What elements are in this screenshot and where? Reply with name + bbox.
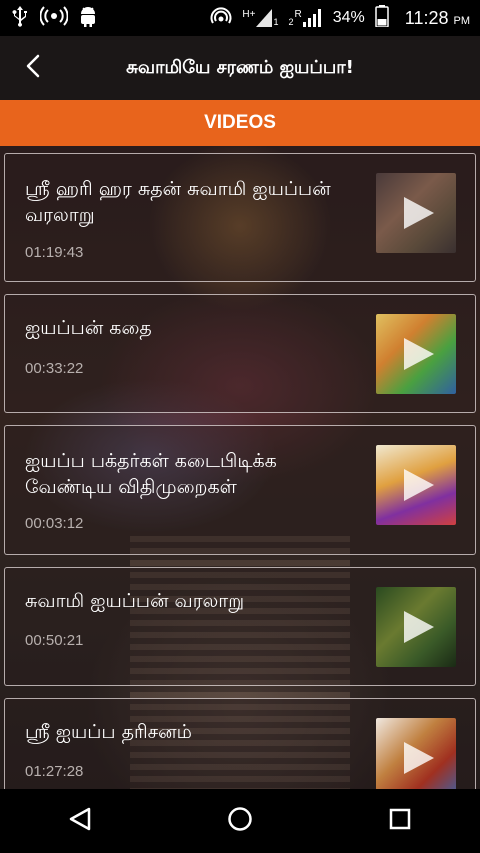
video-thumbnail[interactable] <box>376 445 456 525</box>
play-icon <box>400 740 436 780</box>
video-list[interactable]: ஸ்ரீ ஹரி ஹர சுதன் சுவாமி ஐயப்பன் வரலாறு … <box>0 146 480 789</box>
wireless-signal-icon <box>39 5 69 32</box>
network-type-label: H+ <box>242 9 256 20</box>
video-duration: 00:33:22 <box>25 360 84 377</box>
signal-sim2-icon: 2 R <box>288 9 322 27</box>
nav-back-button[interactable] <box>40 789 120 853</box>
clock-time: 11:28 <box>404 7 449 28</box>
nav-home-button[interactable] <box>200 789 280 853</box>
back-button[interactable] <box>0 36 66 100</box>
video-card[interactable]: சுவாமி ஐயப்பன் வரலாறு 00:50:21 <box>4 567 476 686</box>
clock: 11:28 PM <box>405 8 470 29</box>
video-duration: 01:27:28 <box>25 763 84 780</box>
video-thumbnail[interactable] <box>376 718 456 789</box>
video-thumbnail[interactable] <box>376 314 456 394</box>
video-title: ஐயப்பன் கதை <box>25 317 152 339</box>
status-bar: H+ 1 2 R 34% 11:28 PM <box>0 0 480 36</box>
signal-sim1-icon: H+ 1 <box>242 9 278 27</box>
circle-home-icon <box>227 806 253 836</box>
video-card[interactable]: ஸ்ரீ ஐயப்ப தரிசனம் 01:27:28 <box>4 698 476 789</box>
roaming-label: R <box>294 9 302 20</box>
usb-icon <box>10 5 30 32</box>
system-nav-bar <box>0 789 480 853</box>
page-title: சுவாமியே சரணம் ஐயப்பா! <box>126 56 354 78</box>
battery-icon <box>375 4 389 32</box>
triangle-back-icon <box>67 806 93 836</box>
android-icon <box>78 5 98 32</box>
video-card[interactable]: ஐயப்ப பக்தர்கள் கடைபிடிக்க வேண்டிய விதிம… <box>4 425 476 555</box>
section-header: VIDEOS <box>0 100 480 146</box>
sim2-label: 2 <box>288 17 294 27</box>
nav-recents-button[interactable] <box>360 789 440 853</box>
play-icon <box>400 336 436 376</box>
video-duration: 00:50:21 <box>25 632 84 649</box>
hotspot-icon <box>210 5 232 32</box>
video-title: ஸ்ரீ ஐயப்ப தரிசனம் <box>25 721 192 743</box>
video-card[interactable]: ஐயப்பன் கதை 00:33:22 <box>4 294 476 413</box>
video-thumbnail[interactable] <box>376 173 456 253</box>
chevron-left-icon <box>25 54 41 82</box>
app-bar: சுவாமியே சரணம் ஐயப்பா! <box>0 36 480 100</box>
video-thumbnail[interactable] <box>376 587 456 667</box>
play-icon <box>400 195 436 235</box>
video-duration: 00:03:12 <box>25 515 84 532</box>
square-recents-icon <box>388 807 412 835</box>
play-icon <box>400 467 436 507</box>
video-title: சுவாமி ஐயப்பன் வரலாறு <box>25 590 245 612</box>
sim1-label: 1 <box>273 17 279 27</box>
video-title: ஸ்ரீ ஹரி ஹர சுதன் சுவாமி ஐயப்பன் வரலாறு <box>25 178 331 226</box>
video-card[interactable]: ஸ்ரீ ஹரி ஹர சுதன் சுவாமி ஐயப்பன் வரலாறு … <box>4 153 476 282</box>
video-duration: 01:19:43 <box>25 244 84 261</box>
video-title: ஐயப்ப பக்தர்கள் கடைபிடிக்க வேண்டிய விதிம… <box>25 450 277 498</box>
battery-percent: 34% <box>332 9 365 26</box>
clock-ampm: PM <box>453 14 471 27</box>
play-icon <box>400 609 436 649</box>
